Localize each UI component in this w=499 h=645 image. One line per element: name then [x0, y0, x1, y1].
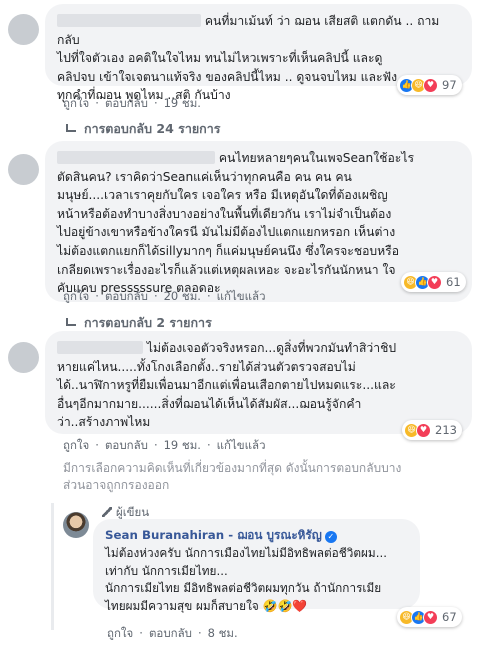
- love-reaction-icon: ♥: [427, 274, 442, 290]
- comment-bubble: คนที่มาเม้นท์ ว่า ฌอน เสียสติ แตกดัน .. …: [45, 4, 472, 102]
- comment-actions: ถูกใจ · ตอบกลับ · 20 ชม. · แก้ไขแล้ว: [63, 289, 266, 303]
- reply-actions: ถูกใจ · ตอบกลับ · 8 ชม.: [107, 626, 238, 640]
- author-name[interactable]: Sean Buranahiran - ฌอน บูรณะหิรัญ: [105, 528, 322, 542]
- reaction-count: 67: [442, 610, 457, 624]
- reply-text: ไม่ต้องห่วงครับ นักการเมืองไทยไม่มีอิทธิ…: [105, 545, 387, 614]
- redacted-name: [57, 151, 215, 164]
- commenter-avatar[interactable]: [8, 154, 39, 185]
- comment-time[interactable]: 19 ชม.: [164, 438, 201, 452]
- reaction-summary[interactable]: 😆 👍 ♥ 67: [397, 607, 462, 627]
- comment-actions: ถูกใจ · ตอบกลับ · 19 ชม. · แก้ไขแล้ว: [63, 438, 266, 452]
- comment-text: ไม่ต้องเจอตัวจริงหรอก...ดูสิ่งที่พวกมันท…: [57, 341, 397, 430]
- love-reaction-icon: ♥: [423, 609, 438, 625]
- edited-link[interactable]: แก้ไขแล้ว: [217, 438, 266, 452]
- redacted-name: [57, 341, 143, 354]
- reply-thread-line: [51, 503, 54, 630]
- comment-time[interactable]: 19 ชม.: [164, 96, 201, 110]
- comment-time[interactable]: 20 ชม.: [164, 289, 201, 303]
- reaction-summary[interactable]: 👍 😆 ♥ 97: [397, 75, 462, 95]
- edited-link[interactable]: แก้ไขแล้ว: [217, 289, 266, 303]
- like-link[interactable]: ถูกใจ: [63, 96, 89, 110]
- pen-icon: [102, 507, 112, 517]
- commenter-avatar[interactable]: [8, 342, 39, 373]
- reply-bubble: Sean Buranahiran - ฌอน บูรณะหิรัญ ✓ ไม่ต้…: [93, 519, 420, 613]
- reply-link[interactable]: ตอบกลับ: [105, 438, 148, 452]
- reaction-count: 97: [442, 78, 457, 92]
- reply-link[interactable]: ตอบกลับ: [149, 626, 192, 640]
- comment-bubble: ไม่ต้องเจอตัวจริงหรอก...ดูสิ่งที่พวกมันท…: [45, 331, 472, 434]
- reaction-count: 61: [446, 275, 461, 289]
- verified-badge-icon: ✓: [324, 531, 337, 543]
- comment-actions: ถูกใจ · ตอบกลับ · 19 ชม.: [63, 96, 201, 110]
- reaction-count: 213: [435, 423, 457, 437]
- reply-link[interactable]: ตอบกลับ: [105, 96, 148, 110]
- commenter-avatar[interactable]: [8, 14, 39, 45]
- filter-notice: มีการเลือกความคิดเห็นที่เกี่ยวข้องมากที่…: [63, 461, 402, 492]
- like-link[interactable]: ถูกใจ: [107, 626, 133, 640]
- reply-time[interactable]: 8 ชม.: [208, 626, 238, 640]
- like-link[interactable]: ถูกใจ: [63, 289, 89, 303]
- reply-link[interactable]: ตอบกลับ: [105, 289, 148, 303]
- comment-text: คนไทยหลายๆคนในเพจSeanใช้อะไร ตัดสินคน? เ…: [57, 151, 414, 296]
- redacted-name: [57, 14, 201, 27]
- like-link[interactable]: ถูกใจ: [63, 438, 89, 452]
- reaction-summary[interactable]: 😆 ♥ 213: [402, 420, 462, 440]
- love-reaction-icon: ♥: [416, 422, 431, 438]
- reply-arrow-icon: [66, 318, 76, 326]
- love-reaction-icon: ♥: [423, 77, 438, 93]
- author-avatar[interactable]: [63, 512, 89, 538]
- reply-arrow-icon: [66, 124, 76, 132]
- reaction-summary[interactable]: 😆 👍 ♥ 61: [401, 272, 466, 292]
- view-replies-link[interactable]: การตอบกลับ 24 รายการ: [66, 119, 220, 139]
- view-replies-link[interactable]: การตอบกลับ 2 รายการ: [66, 313, 212, 333]
- laugh-heart-emoji: 🤣🤣❤️: [262, 599, 308, 614]
- reply-header: Sean Buranahiran - ฌอน บูรณะหิรัญ ✓: [105, 527, 408, 545]
